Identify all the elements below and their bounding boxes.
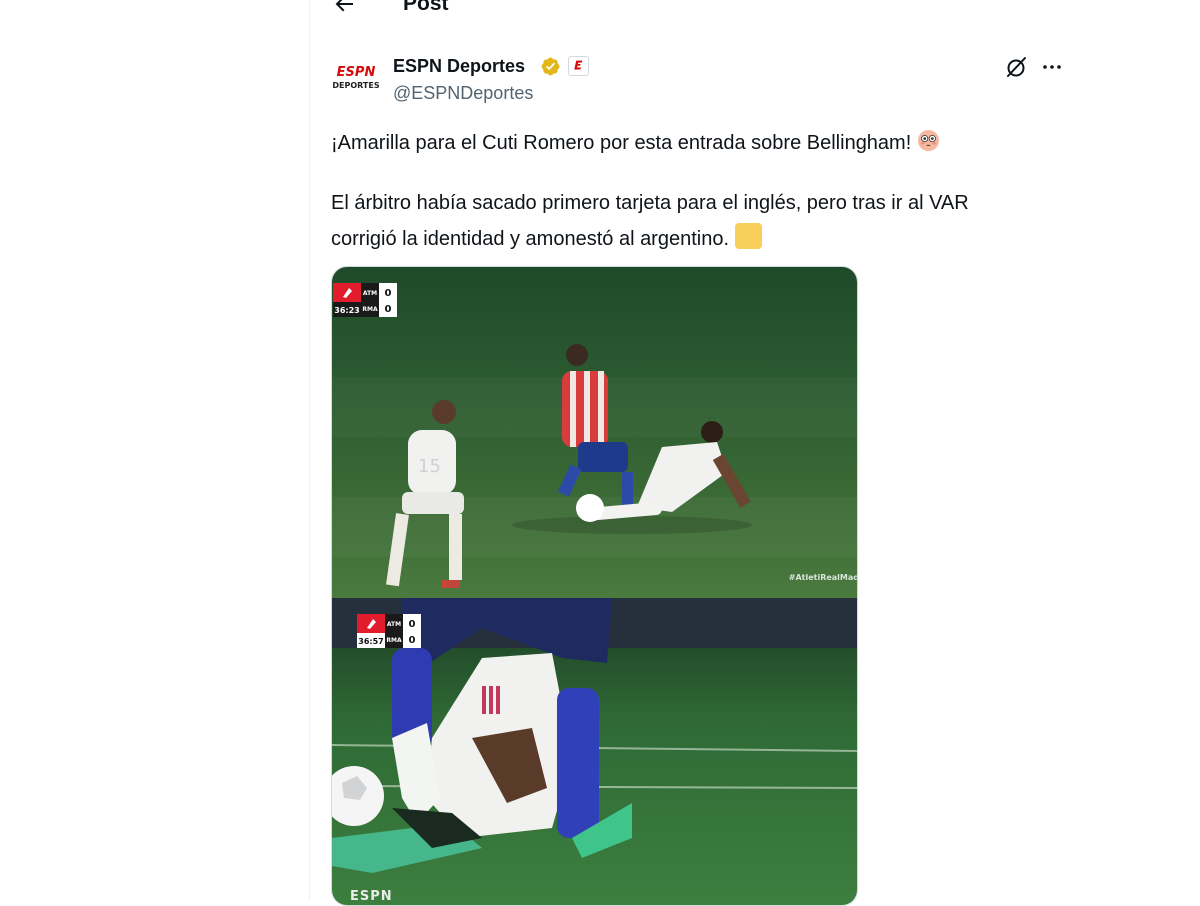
scorebug-2-away: RMA [386, 637, 402, 644]
yellow-square-emoji [735, 223, 763, 249]
avatar[interactable]: ESPN DEPORTES [331, 58, 381, 98]
scorebug-1-clock: 36:23 [334, 306, 359, 315]
column-divider [309, 0, 310, 900]
hashtag-watermark: #AtletiRealMad [788, 573, 858, 582]
affiliate-badge-icon[interactable] [568, 56, 589, 76]
jersey-number: 15 [418, 456, 441, 477]
verified-badge-icon[interactable] [540, 56, 561, 77]
espn-brand-mark: ESPN [350, 889, 393, 904]
post-text-2: El árbitro había sacado primero tarjeta … [331, 192, 969, 214]
scorebug-2-score-away: 0 [409, 635, 416, 646]
post-media[interactable]: 15 36:23 ATM RMA 0 0 #AtletiRealMad 36:5… [331, 266, 858, 906]
scorebug-1-score-away: 0 [385, 304, 392, 315]
scorebug-2-score-home: 0 [409, 619, 416, 630]
grok-icon[interactable] [1004, 54, 1030, 80]
media-frame-2[interactable]: 36:57 ATM RMA 0 0 [332, 598, 857, 905]
flushed-face-emoji [918, 129, 940, 152]
more-icon[interactable] [1040, 56, 1064, 78]
page-title: Post [403, 0, 449, 15]
post-text-1: ¡Amarilla para el Cuti Romero por esta e… [331, 132, 912, 154]
media-frame-1[interactable]: 15 36:23 ATM RMA 0 0 #AtletiRealMad [332, 267, 858, 598]
scorebug-1: 36:23 ATM RMA 0 0 [333, 283, 397, 317]
scorebug-2-home: ATM [387, 621, 401, 628]
back-arrow-icon[interactable] [332, 0, 356, 16]
author-name[interactable]: ESPN Deportes [393, 54, 525, 78]
post-text-line-3: corrigió la identidad y amonestó al arge… [331, 223, 763, 252]
scorebug-2: 36:57 ATM RMA 0 0 [357, 614, 421, 648]
avatar-text-top: ESPN [337, 65, 376, 80]
scorebug-1-home: ATM [363, 290, 377, 297]
scorebug-2-clock: 36:57 [358, 637, 383, 646]
avatar-text-bottom: DEPORTES [332, 81, 379, 90]
scorebug-1-score-home: 0 [385, 288, 392, 299]
frame1-scene: 15 [332, 344, 857, 588]
post-text-line-1: ¡Amarilla para el Cuti Romero por esta e… [331, 129, 940, 156]
post-text-3: corrigió la identidad y amonestó al arge… [331, 228, 730, 250]
author-handle[interactable]: @ESPNDeportes [393, 81, 533, 105]
scorebug-1-away: RMA [362, 306, 378, 313]
